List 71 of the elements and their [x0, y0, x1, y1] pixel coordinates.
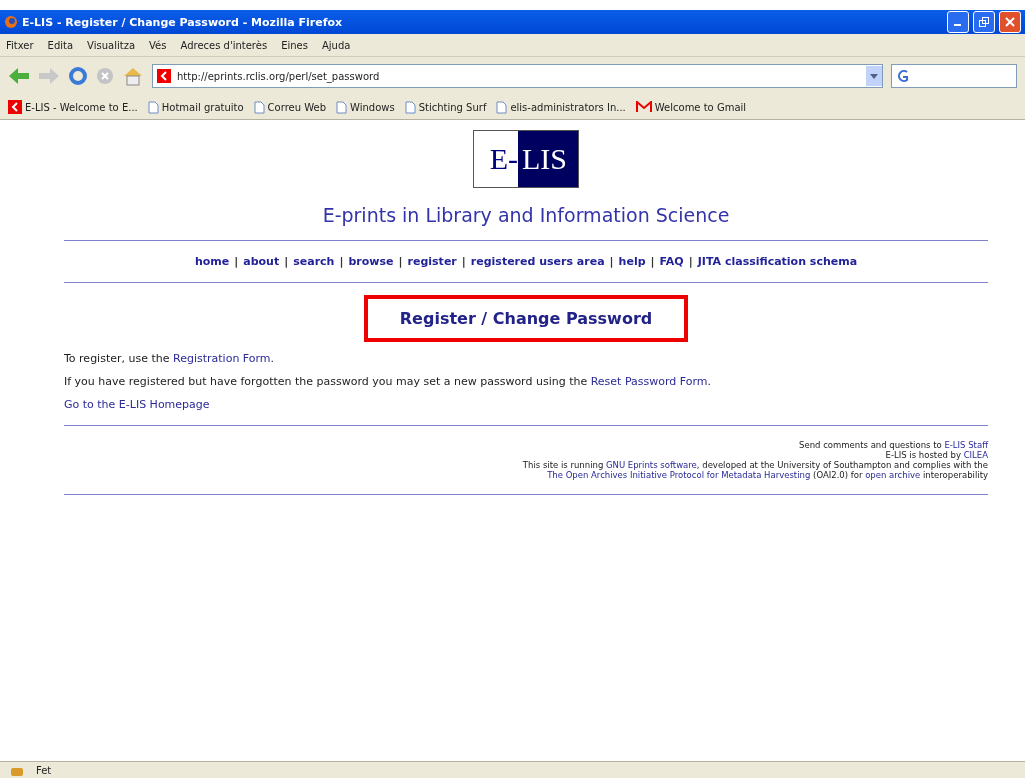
- nav-link[interactable]: search: [293, 255, 335, 268]
- text-link[interactable]: Registration Form: [173, 352, 271, 365]
- nav-link[interactable]: about: [243, 255, 280, 268]
- browser-logo-icon: [4, 15, 18, 29]
- nav-link[interactable]: registered users area: [470, 255, 605, 268]
- menu-item[interactable]: Ajuda: [321, 39, 351, 51]
- window-title: E-LIS - Register / Change Password - Mozilla Firefox: [22, 15, 344, 29]
- bookmark-item[interactable]: Correu Web: [253, 100, 326, 114]
- back-arrow-icon[interactable]: [8, 66, 30, 86]
- home-icon[interactable]: [122, 66, 144, 86]
- caret-icon: [870, 73, 878, 79]
- page-icon: [496, 100, 508, 114]
- page-icon: [404, 100, 416, 114]
- separator-mark: |: [398, 255, 403, 268]
- separator-mark: |: [234, 255, 239, 268]
- close-icon: [1005, 17, 1015, 27]
- text-link[interactable]: GNU Eprints software: [606, 460, 697, 470]
- address-field[interactable]: http://eprints.rclis.org/perl/set_password: [152, 64, 883, 88]
- bookmark-item[interactable]: Stichting Surf: [404, 100, 487, 114]
- nav-link[interactable]: browse: [348, 255, 394, 268]
- menu-item[interactable]: Eines: [281, 39, 308, 51]
- text-link[interactable]: The Open Archives Initiative Protocol for Metadata Harvesting: [547, 470, 811, 480]
- footer-text: E-LIS is hosted by CILEA: [885, 450, 988, 460]
- restore-icon: [979, 17, 989, 27]
- status-bar: Fet: [0, 761, 1025, 778]
- separator-mark: |: [688, 255, 693, 268]
- separator-mark: |: [609, 255, 614, 268]
- text-link[interactable]: open archive: [865, 470, 921, 480]
- nav-link[interactable]: JITA classification schema: [697, 255, 858, 268]
- menu-item[interactable]: Edita: [47, 39, 74, 51]
- close-button[interactable]: [999, 11, 1021, 33]
- menu-item[interactable]: Vés: [149, 39, 167, 51]
- site-title: E-prints in Library and Information Science: [322, 204, 730, 226]
- site-logo-icon: [8, 100, 22, 114]
- bookmark-item[interactable]: Welcome to Gmail: [635, 101, 747, 113]
- footer-text: Send comments and questions to E-LIS Staff: [799, 440, 988, 450]
- search-engine-icon: [896, 69, 910, 83]
- bookmark-item[interactable]: Windows: [336, 100, 395, 114]
- text-link[interactable]: E-LIS Staff: [944, 440, 988, 450]
- page-icon: [253, 100, 265, 114]
- separator-mark: |: [284, 255, 289, 268]
- menu-item[interactable]: Adreces d'interès: [180, 39, 268, 51]
- page-icon: [147, 100, 159, 114]
- nav-link[interactable]: home: [194, 255, 230, 268]
- nav-link[interactable]: FAQ: [659, 255, 684, 268]
- minimize-button[interactable]: [947, 11, 969, 33]
- separator-mark: |: [650, 255, 655, 268]
- search-field[interactable]: [891, 64, 1017, 88]
- text-link[interactable]: Reset Password Form: [590, 375, 708, 388]
- site-logo: E-LIS: [473, 130, 579, 188]
- site-logo-icon: [157, 69, 171, 83]
- footer-text: The Open Archives Initiative Protocol for Metadata Harvesting (OAI2.0) for open archive interoperability: [547, 470, 988, 480]
- bookmark-item[interactable]: E-LIS - Welcome to E...: [8, 100, 138, 114]
- separator-mark: |: [461, 255, 466, 268]
- bookmark-item[interactable]: Hotmail gratuito: [147, 100, 244, 114]
- footer-text: This site is running GNU Eprints software, developed at the University of Southampton and complies with the: [522, 460, 988, 470]
- mail-icon: [635, 101, 652, 113]
- bookmark-item[interactable]: elis-administrators In...: [496, 100, 626, 114]
- dropdown-button[interactable]: [866, 66, 882, 86]
- nav-link[interactable]: help: [618, 255, 646, 268]
- menu-item[interactable]: Fitxer: [6, 39, 34, 51]
- separator-mark: |: [339, 255, 344, 268]
- nav-link[interactable]: register: [407, 255, 457, 268]
- text-link[interactable]: CILEA: [963, 450, 988, 460]
- paragraph: If you have registered but have forgotten the password you may set a new password using the Reset Password Form.: [64, 375, 712, 388]
- restore-button[interactable]: [973, 11, 995, 33]
- text-link[interactable]: Go to the E-LIS Homepage: [64, 398, 210, 411]
- menu-item[interactable]: Visualitza: [87, 39, 136, 51]
- page-icon: [336, 100, 347, 114]
- page-heading: Register / Change Password: [399, 309, 653, 328]
- paragraph: To register, use the Registration Form.: [64, 352, 276, 365]
